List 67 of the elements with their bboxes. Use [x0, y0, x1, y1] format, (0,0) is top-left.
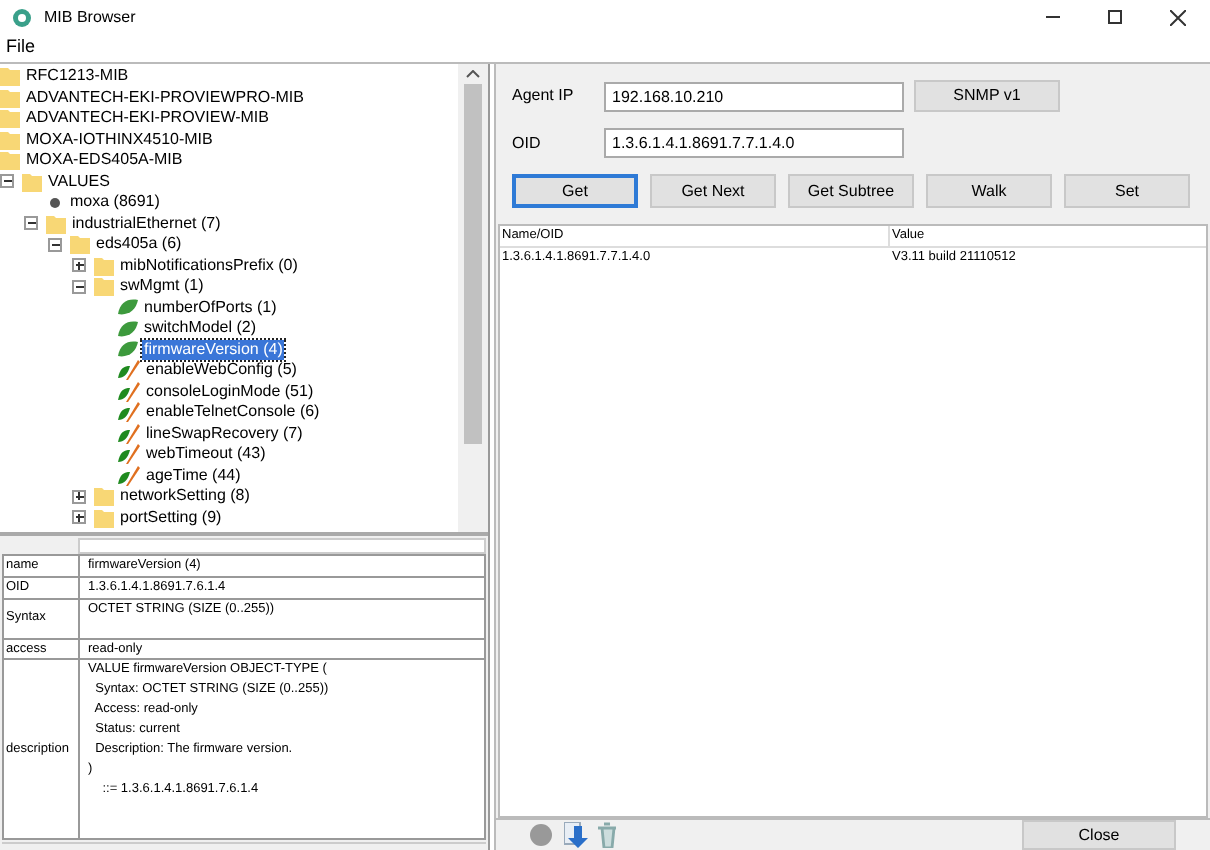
expand-icon[interactable]: [72, 258, 86, 273]
tree-item[interactable]: enableWebConfig (5): [144, 360, 299, 381]
action-button[interactable]: Set: [1064, 174, 1190, 208]
folder-icon: [0, 66, 20, 87]
leaf-pencil-icon: [118, 423, 140, 444]
tree-item[interactable]: consoleLoginMode (51): [144, 381, 316, 402]
tree-item[interactable]: numberOfPorts (1): [142, 297, 279, 318]
folder-icon: [0, 87, 20, 108]
tree-item[interactable]: firmwareVersion (4): [142, 339, 285, 360]
leaf-pencil-icon: [118, 465, 140, 486]
expand-icon[interactable]: [72, 510, 86, 525]
dot-icon: [50, 197, 60, 208]
download-icon[interactable]: [564, 821, 588, 849]
window-title: MIB Browser: [44, 5, 136, 29]
tree-item[interactable]: swMgmt (1): [118, 276, 206, 297]
tree-item[interactable]: webTimeout (43): [144, 444, 268, 465]
folder-icon: [0, 108, 20, 129]
agent-ip-label: Agent IP: [512, 84, 576, 108]
scroll-up-icon[interactable]: [466, 70, 480, 78]
tree-item[interactable]: networkSetting (8): [118, 486, 252, 507]
tree-item[interactable]: MOXA-EDS405A-MIB: [24, 150, 185, 171]
app-icon: [12, 7, 32, 27]
tree-item[interactable]: moxa (8691): [68, 192, 162, 213]
tree-item[interactable]: RFC1213-MIB: [24, 66, 131, 87]
collapse-icon[interactable]: [48, 237, 62, 252]
folder-icon: [0, 150, 20, 171]
folder-icon: [94, 507, 114, 528]
folder-icon: [94, 255, 114, 276]
tree-item[interactable]: eds405a (6): [94, 234, 184, 255]
tree-item[interactable]: ADVANTECH-EKI-PROVIEWPRO-MIB: [24, 87, 306, 108]
oid-label: OID: [512, 131, 543, 155]
tree-item[interactable]: lineSwapRecovery (7): [144, 423, 305, 444]
tree-item[interactable]: mibNotificationsPrefix (0): [118, 255, 300, 276]
action-button[interactable]: Get: [512, 174, 638, 208]
tree-item[interactable]: industrialEthernet (7): [70, 213, 223, 234]
folder-icon: [46, 213, 66, 234]
tree-item[interactable]: ADVANTECH-EKI-PROVIEW-MIB: [24, 108, 271, 129]
tree-item[interactable]: portSetting (9): [118, 507, 224, 528]
leaf-pencil-icon: [118, 360, 140, 381]
close-icon[interactable]: [1170, 9, 1186, 25]
tree-item[interactable]: MOXA-IOTHINX4510-MIB: [24, 129, 215, 150]
tree-item[interactable]: switchModel (2): [142, 318, 259, 339]
action-button[interactable]: Get Subtree: [788, 174, 914, 208]
collapse-icon[interactable]: [72, 279, 86, 294]
close-button[interactable]: Close: [1022, 820, 1176, 850]
tree-item[interactable]: enableTelnetConsole (6): [144, 402, 322, 423]
scrollbar[interactable]: [458, 64, 488, 532]
action-button[interactable]: Get Next: [650, 174, 776, 208]
folder-icon: [22, 171, 42, 192]
oid-field[interactable]: 1.3.6.1.4.1.8691.7.7.1.4.0: [604, 128, 904, 158]
snmp-version-button[interactable]: SNMP v1: [914, 80, 1060, 112]
tree-item[interactable]: ageTime (44): [144, 465, 243, 486]
collapse-icon[interactable]: [0, 174, 14, 189]
agent-ip-field[interactable]: 192.168.10.210: [604, 81, 904, 111]
leaf-pencil-icon: [118, 381, 140, 402]
tree-item[interactable]: VALUES: [46, 171, 112, 192]
folder-icon: [94, 276, 114, 297]
collapse-icon[interactable]: [24, 216, 38, 231]
folder-icon: [94, 486, 114, 507]
leaf-pencil-icon: [118, 444, 140, 465]
expand-icon[interactable]: [72, 489, 86, 504]
action-button[interactable]: Walk: [926, 174, 1052, 208]
folder-icon: [0, 129, 20, 150]
leaf-pencil-icon: [118, 402, 140, 423]
folder-icon: [70, 234, 90, 255]
maximize-icon[interactable]: [1108, 10, 1122, 24]
menu-item[interactable]: File: [4, 34, 38, 62]
